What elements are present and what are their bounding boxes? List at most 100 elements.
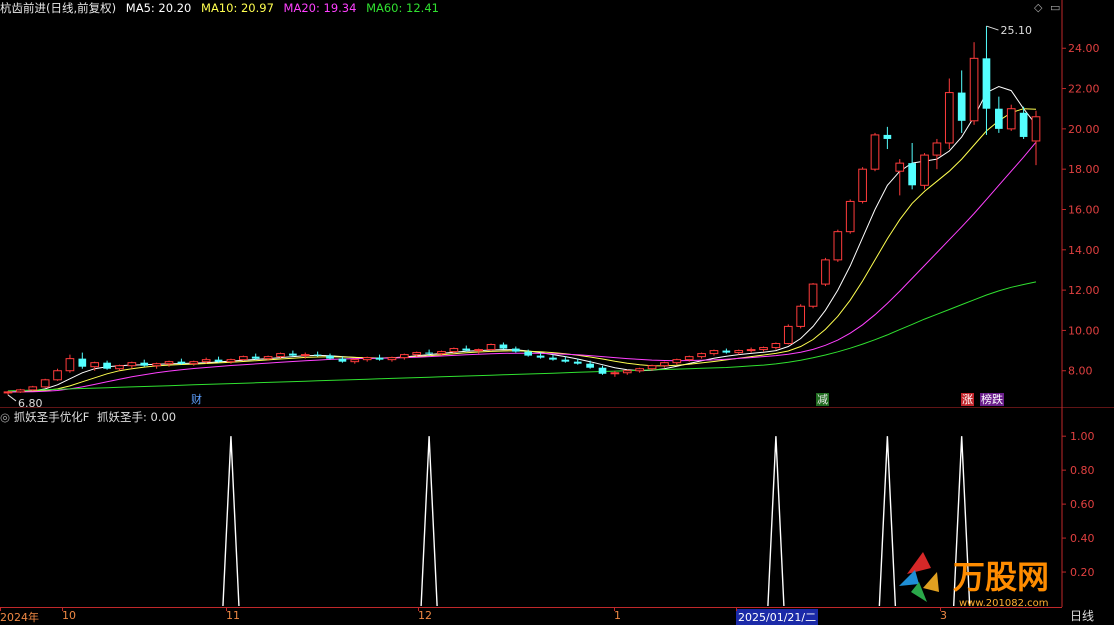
candle-body [821,259,830,285]
candle-body [127,362,137,367]
x-axis-line [0,607,1062,608]
candle-body [746,349,756,352]
marker-cai[interactable]: 财 [190,393,203,406]
candle [957,70,966,133]
ma60-line [7,281,1037,392]
candle-body [201,359,211,363]
candle-body [524,351,533,356]
candle-body [486,344,496,351]
candle-body [474,349,483,352]
candle-body [944,92,954,144]
candle-body [362,357,372,361]
candle-body [28,386,38,391]
candle [65,354,75,373]
candle [883,126,892,150]
candle [40,378,50,388]
candle [722,348,731,354]
period-button[interactable]: 日线 [1070,607,1094,624]
candle-body [672,359,682,364]
ma5-line [7,85,1037,393]
candle-body [263,356,273,360]
candle-body [103,362,111,369]
candle [16,388,25,393]
candle-body [759,347,768,351]
candle-body [289,353,297,356]
candle [486,343,496,351]
candle [511,346,520,353]
candle [499,342,508,350]
ma10-line [7,108,1037,393]
marker-zhang[interactable]: 涨 [961,393,974,406]
candle-body [177,361,186,364]
indicator-tick-label: 0.60 [1070,498,1095,511]
price-tick-label: 8.00 [1068,365,1093,378]
candle [808,283,818,309]
marker-jian[interactable]: 减 [816,393,829,406]
candle [103,360,111,370]
x-axis-cursor-date: 2025/01/21/二 [736,609,819,625]
candle [238,355,248,361]
candle-body [660,362,669,367]
candle [189,360,199,366]
candle [672,358,682,365]
candle-body [957,92,966,121]
candle [399,353,409,360]
indicator-tick-label: 0.40 [1070,532,1095,545]
price-tick-label: 18.00 [1068,163,1100,176]
price-chart[interactable]: 8.00 10.00 12.00 14.00 16.00 18.00 20.00 22.00 2… [0,0,1114,408]
candle-body [412,352,422,356]
high-price-label: 25.10 [1000,24,1031,37]
low-price-label: 6.80 [18,397,43,408]
candle-body [573,361,582,364]
candle [944,78,954,150]
candle-body [1019,112,1028,137]
candle-body [635,368,645,372]
price-grid [0,0,1114,408]
candle-body [870,134,880,170]
candle-body [3,391,13,394]
candle [845,199,855,234]
candle-body [78,358,87,367]
candle [995,96,1003,133]
brand-watermark-logo: 万股网 www.201082.com [899,552,1049,608]
candle-body [53,370,62,381]
candle-body [499,344,508,349]
indicator-spikes [222,436,971,607]
candle-body [684,356,694,361]
candle-body [920,154,929,186]
candlesticks [3,26,1041,395]
candle-body [152,363,161,367]
candle-body [189,361,199,365]
candle [709,349,719,356]
candle [895,159,905,196]
candle-body [449,348,459,353]
x-axis-label: 11 [226,609,240,622]
candle [350,358,360,364]
candle [622,369,632,375]
marker-bangdie[interactable]: 榜跌 [980,393,1004,406]
candle [362,356,372,362]
price-tick-label: 24.00 [1068,42,1100,55]
candle [152,362,161,369]
candle [1006,104,1016,131]
indicator-spike [420,436,438,607]
candle [858,167,867,204]
moving-average-lines [7,85,1037,393]
candle-body [982,58,991,109]
candle [326,353,334,360]
candle-body [722,350,731,353]
candle [660,361,669,368]
candle-body [375,357,384,360]
candle-body [326,355,334,359]
candle-body [845,200,855,233]
candle-body [549,357,557,360]
candle-body [338,358,347,362]
candle [759,346,768,352]
candle-body [276,353,285,358]
candle [969,42,979,125]
price-tick-label: 10.00 [1068,324,1100,337]
candle-body [586,363,594,368]
price-tick-label: 14.00 [1068,244,1100,257]
candle-body [65,358,75,372]
candle-body [908,163,916,186]
